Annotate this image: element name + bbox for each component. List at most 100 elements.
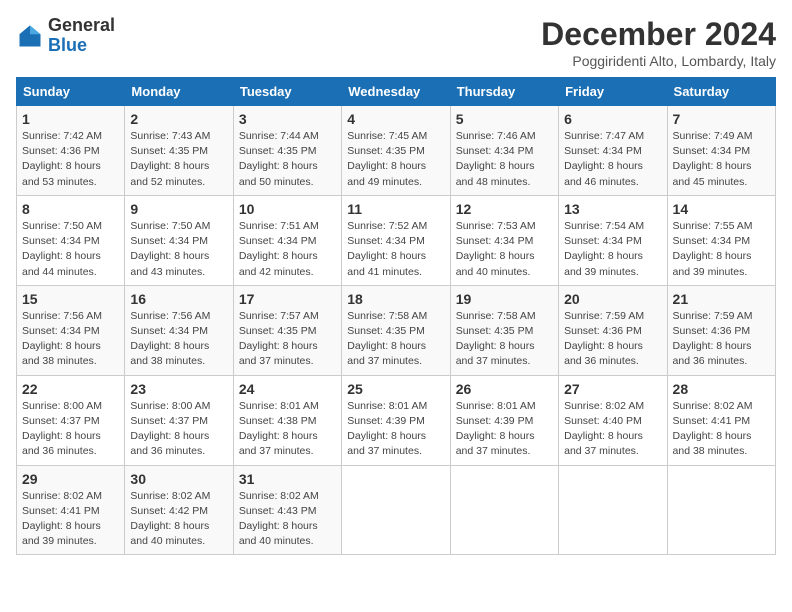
day-number: 30: [130, 471, 227, 487]
day-number: 8: [22, 201, 119, 217]
day-cell: 10 Sunrise: 7:51 AMSunset: 4:34 PMDaylig…: [233, 195, 341, 285]
day-number: 23: [130, 381, 227, 397]
day-number: 15: [22, 291, 119, 307]
logo-blue: Blue: [48, 35, 87, 55]
day-cell: 12 Sunrise: 7:53 AMSunset: 4:34 PMDaylig…: [450, 195, 558, 285]
day-detail: Sunrise: 7:58 AMSunset: 4:35 PMDaylight:…: [456, 309, 553, 370]
day-number: 14: [673, 201, 770, 217]
day-detail: Sunrise: 7:45 AMSunset: 4:35 PMDaylight:…: [347, 129, 444, 190]
day-detail: Sunrise: 8:02 AMSunset: 4:42 PMDaylight:…: [130, 489, 227, 550]
day-cell: 28 Sunrise: 8:02 AMSunset: 4:41 PMDaylig…: [667, 375, 775, 465]
day-detail: Sunrise: 7:51 AMSunset: 4:34 PMDaylight:…: [239, 219, 336, 280]
day-detail: Sunrise: 7:43 AMSunset: 4:35 PMDaylight:…: [130, 129, 227, 190]
day-cell: 20 Sunrise: 7:59 AMSunset: 4:36 PMDaylig…: [559, 285, 667, 375]
day-detail: Sunrise: 7:46 AMSunset: 4:34 PMDaylight:…: [456, 129, 553, 190]
day-detail: Sunrise: 8:01 AMSunset: 4:39 PMDaylight:…: [456, 399, 553, 460]
day-number: 27: [564, 381, 661, 397]
day-number: 4: [347, 111, 444, 127]
day-number: 31: [239, 471, 336, 487]
header-thursday: Thursday: [450, 78, 558, 106]
day-number: 1: [22, 111, 119, 127]
day-cell: 14 Sunrise: 7:55 AMSunset: 4:34 PMDaylig…: [667, 195, 775, 285]
day-number: 24: [239, 381, 336, 397]
day-number: 16: [130, 291, 227, 307]
day-number: 22: [22, 381, 119, 397]
week-row-1: 1 Sunrise: 7:42 AMSunset: 4:36 PMDayligh…: [17, 106, 776, 196]
calendar-title: December 2024: [541, 16, 776, 53]
day-cell: 21 Sunrise: 7:59 AMSunset: 4:36 PMDaylig…: [667, 285, 775, 375]
day-number: 6: [564, 111, 661, 127]
day-number: 18: [347, 291, 444, 307]
day-cell: 2 Sunrise: 7:43 AMSunset: 4:35 PMDayligh…: [125, 106, 233, 196]
day-cell: 27 Sunrise: 8:02 AMSunset: 4:40 PMDaylig…: [559, 375, 667, 465]
day-cell: 9 Sunrise: 7:50 AMSunset: 4:34 PMDayligh…: [125, 195, 233, 285]
day-detail: Sunrise: 8:01 AMSunset: 4:39 PMDaylight:…: [347, 399, 444, 460]
day-detail: Sunrise: 7:56 AMSunset: 4:34 PMDaylight:…: [22, 309, 119, 370]
day-detail: Sunrise: 8:00 AMSunset: 4:37 PMDaylight:…: [130, 399, 227, 460]
day-detail: Sunrise: 7:50 AMSunset: 4:34 PMDaylight:…: [22, 219, 119, 280]
week-row-5: 29 Sunrise: 8:02 AMSunset: 4:41 PMDaylig…: [17, 465, 776, 555]
logo: General Blue: [16, 16, 115, 56]
header-tuesday: Tuesday: [233, 78, 341, 106]
page-header: General Blue December 2024 Poggiridenti …: [16, 16, 776, 69]
day-detail: Sunrise: 8:02 AMSunset: 4:41 PMDaylight:…: [673, 399, 770, 460]
day-cell: 1 Sunrise: 7:42 AMSunset: 4:36 PMDayligh…: [17, 106, 125, 196]
day-number: 21: [673, 291, 770, 307]
day-number: 10: [239, 201, 336, 217]
day-number: 29: [22, 471, 119, 487]
day-cell: [667, 465, 775, 555]
day-cell: 16 Sunrise: 7:56 AMSunset: 4:34 PMDaylig…: [125, 285, 233, 375]
day-number: 12: [456, 201, 553, 217]
calendar-subtitle: Poggiridenti Alto, Lombardy, Italy: [541, 53, 776, 69]
day-detail: Sunrise: 8:00 AMSunset: 4:37 PMDaylight:…: [22, 399, 119, 460]
day-number: 11: [347, 201, 444, 217]
day-cell: 19 Sunrise: 7:58 AMSunset: 4:35 PMDaylig…: [450, 285, 558, 375]
day-cell: 8 Sunrise: 7:50 AMSunset: 4:34 PMDayligh…: [17, 195, 125, 285]
day-detail: Sunrise: 7:58 AMSunset: 4:35 PMDaylight:…: [347, 309, 444, 370]
day-cell: 3 Sunrise: 7:44 AMSunset: 4:35 PMDayligh…: [233, 106, 341, 196]
day-number: 20: [564, 291, 661, 307]
day-cell: 24 Sunrise: 8:01 AMSunset: 4:38 PMDaylig…: [233, 375, 341, 465]
day-cell: 26 Sunrise: 8:01 AMSunset: 4:39 PMDaylig…: [450, 375, 558, 465]
header-wednesday: Wednesday: [342, 78, 450, 106]
day-cell: 22 Sunrise: 8:00 AMSunset: 4:37 PMDaylig…: [17, 375, 125, 465]
day-detail: Sunrise: 7:54 AMSunset: 4:34 PMDaylight:…: [564, 219, 661, 280]
day-number: 17: [239, 291, 336, 307]
week-row-4: 22 Sunrise: 8:00 AMSunset: 4:37 PMDaylig…: [17, 375, 776, 465]
day-cell: 15 Sunrise: 7:56 AMSunset: 4:34 PMDaylig…: [17, 285, 125, 375]
header-monday: Monday: [125, 78, 233, 106]
day-detail: Sunrise: 8:02 AMSunset: 4:41 PMDaylight:…: [22, 489, 119, 550]
day-detail: Sunrise: 7:47 AMSunset: 4:34 PMDaylight:…: [564, 129, 661, 190]
day-cell: 25 Sunrise: 8:01 AMSunset: 4:39 PMDaylig…: [342, 375, 450, 465]
day-number: 7: [673, 111, 770, 127]
day-detail: Sunrise: 7:55 AMSunset: 4:34 PMDaylight:…: [673, 219, 770, 280]
header-sunday: Sunday: [17, 78, 125, 106]
day-cell: 17 Sunrise: 7:57 AMSunset: 4:35 PMDaylig…: [233, 285, 341, 375]
logo-icon: [16, 22, 44, 50]
day-detail: Sunrise: 7:57 AMSunset: 4:35 PMDaylight:…: [239, 309, 336, 370]
header-saturday: Saturday: [667, 78, 775, 106]
day-number: 13: [564, 201, 661, 217]
logo-general: General: [48, 15, 115, 35]
day-detail: Sunrise: 7:56 AMSunset: 4:34 PMDaylight:…: [130, 309, 227, 370]
day-cell: 30 Sunrise: 8:02 AMSunset: 4:42 PMDaylig…: [125, 465, 233, 555]
week-row-3: 15 Sunrise: 7:56 AMSunset: 4:34 PMDaylig…: [17, 285, 776, 375]
day-number: 19: [456, 291, 553, 307]
day-number: 28: [673, 381, 770, 397]
day-cell: 23 Sunrise: 8:00 AMSunset: 4:37 PMDaylig…: [125, 375, 233, 465]
day-cell: [559, 465, 667, 555]
title-area: December 2024 Poggiridenti Alto, Lombard…: [541, 16, 776, 69]
day-cell: 29 Sunrise: 8:02 AMSunset: 4:41 PMDaylig…: [17, 465, 125, 555]
day-cell: 7 Sunrise: 7:49 AMSunset: 4:34 PMDayligh…: [667, 106, 775, 196]
day-cell: 13 Sunrise: 7:54 AMSunset: 4:34 PMDaylig…: [559, 195, 667, 285]
day-detail: Sunrise: 7:42 AMSunset: 4:36 PMDaylight:…: [22, 129, 119, 190]
day-detail: Sunrise: 8:02 AMSunset: 4:40 PMDaylight:…: [564, 399, 661, 460]
day-cell: 31 Sunrise: 8:02 AMSunset: 4:43 PMDaylig…: [233, 465, 341, 555]
day-detail: Sunrise: 7:50 AMSunset: 4:34 PMDaylight:…: [130, 219, 227, 280]
day-detail: Sunrise: 7:59 AMSunset: 4:36 PMDaylight:…: [673, 309, 770, 370]
day-detail: Sunrise: 8:02 AMSunset: 4:43 PMDaylight:…: [239, 489, 336, 550]
day-detail: Sunrise: 7:44 AMSunset: 4:35 PMDaylight:…: [239, 129, 336, 190]
calendar-table: Sunday Monday Tuesday Wednesday Thursday…: [16, 77, 776, 555]
day-detail: Sunrise: 7:53 AMSunset: 4:34 PMDaylight:…: [456, 219, 553, 280]
day-cell: 18 Sunrise: 7:58 AMSunset: 4:35 PMDaylig…: [342, 285, 450, 375]
